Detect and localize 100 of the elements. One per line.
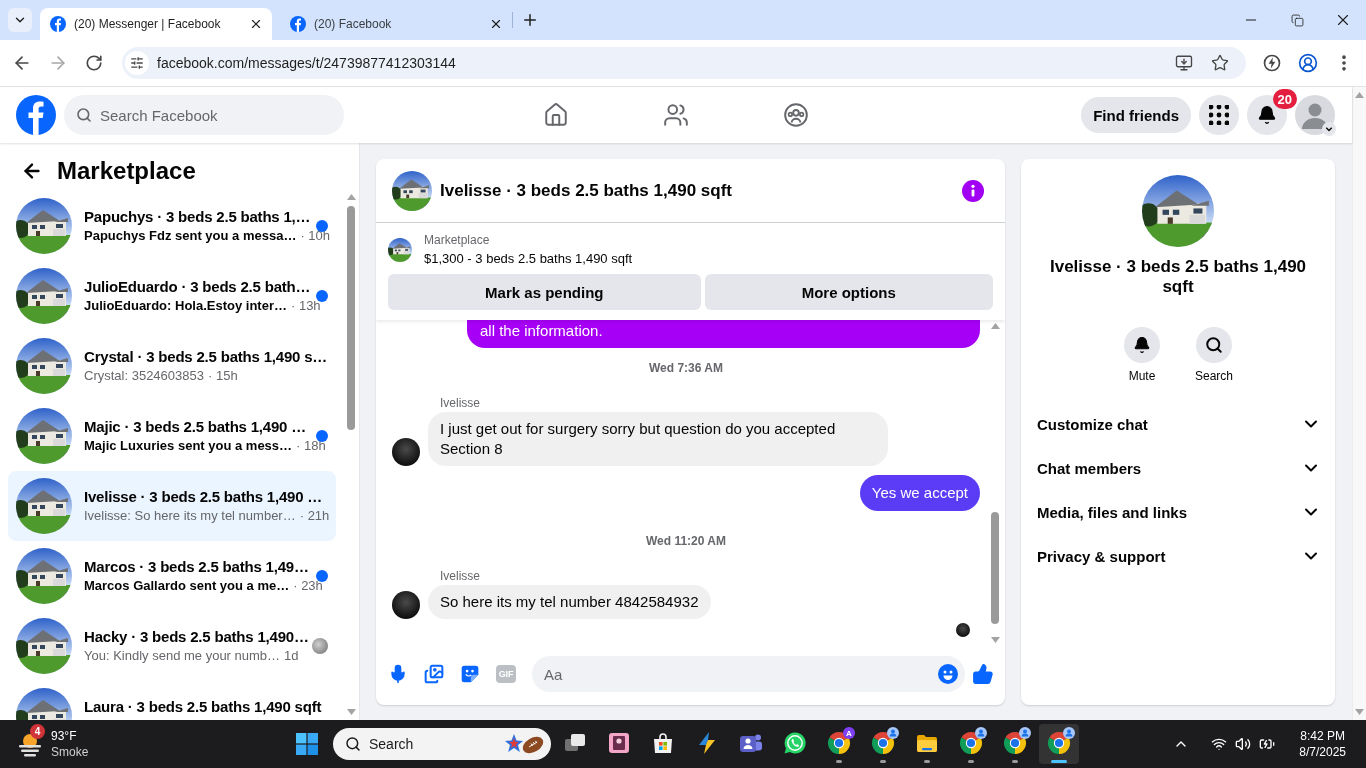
- message-preview: Majic Luxuries sent you a mess…: [84, 437, 293, 455]
- house-thumbnail: [16, 268, 72, 324]
- browser-wheel-icon: [959, 731, 983, 755]
- profile-icon[interactable]: [1298, 53, 1318, 73]
- profile-badge-icon: [887, 727, 899, 739]
- message-preview: JulioEduardo: Hola.Estoy inter…: [84, 297, 287, 315]
- mute-button[interactable]: [1124, 327, 1160, 363]
- weather-condition: Smoke: [51, 744, 89, 760]
- sender-name: Ivelisse: [440, 569, 480, 583]
- search-icon: [1205, 336, 1223, 354]
- shopping-bag-icon: [651, 731, 675, 755]
- info-icon[interactable]: [962, 179, 984, 202]
- message-preview: Crystal: 3524603853: [84, 367, 204, 385]
- smiley-icon[interactable]: [938, 664, 958, 684]
- browser-wheel-icon: [1047, 731, 1071, 755]
- wifi-icon[interactable]: [1211, 736, 1228, 752]
- clock-date: 8/7/2025: [1299, 744, 1346, 760]
- gallery-icon[interactable]: [424, 664, 444, 684]
- conversation-item[interactable]: Hacky · 3 beds 2.5 baths 1,490… You: Kindly send me your numb… 1d: [8, 611, 336, 681]
- conversation-title: Papuchys · 3 beds 2.5 baths 1,…: [84, 207, 311, 227]
- taskbar-app-button[interactable]: [1039, 724, 1079, 764]
- message-time: · 13h: [290, 297, 321, 315]
- sliders-icon: [130, 56, 144, 70]
- house-thumbnail: [16, 408, 72, 464]
- conversation-item[interactable]: Marcos · 3 beds 2.5 baths 1,49… Marcos Gallardo sent you a me… · 23h: [8, 541, 336, 611]
- favicon-icon: [290, 16, 306, 32]
- site-info-button[interactable]: [125, 51, 149, 75]
- taskbar-app-button[interactable]: A: [819, 724, 859, 764]
- apps-menu-button[interactable]: [1199, 95, 1239, 135]
- speaker-icon[interactable]: [1235, 736, 1252, 752]
- star-icon[interactable]: [1211, 54, 1229, 72]
- message-preview: Papuchys Fdz sent you a messa…: [84, 227, 297, 245]
- close-icon[interactable]: [249, 17, 263, 31]
- scrollbar-thumb[interactable]: [991, 512, 999, 624]
- scrollbar-thumb[interactable]: [347, 206, 355, 430]
- address-bar[interactable]: facebook.com/messages/t/24739877412303144: [122, 47, 1246, 79]
- accordion-item[interactable]: Chat members: [1021, 446, 1335, 490]
- message-time: · 15h: [208, 367, 238, 385]
- sticker-icon[interactable]: [460, 664, 480, 684]
- conversation-item[interactable]: Papuchys · 3 beds 2.5 baths 1,… Papuchys Fdz sent you a messa… · 10h: [8, 191, 336, 261]
- browser-tab[interactable]: (20) Messenger | Facebook: [40, 8, 272, 40]
- lightning-circle-icon[interactable]: [1262, 53, 1282, 73]
- browser-wheel-icon: [871, 731, 895, 755]
- conversation-item[interactable]: Ivelisse · 3 beds 2.5 baths 1,490 … Ivelisse: So here its my tel number… · 21h: [8, 471, 336, 541]
- profile-badge: A: [843, 727, 855, 739]
- tab-search-button[interactable]: [8, 8, 32, 32]
- message-time: · 23h: [293, 577, 323, 595]
- listing-action-button[interactable]: More options: [704, 274, 993, 310]
- close-icon[interactable]: [489, 17, 503, 31]
- taskbar-search-field[interactable]: Search: [333, 728, 551, 760]
- message-time: · 18h: [296, 437, 326, 455]
- find-friends-button[interactable]: Find friends: [1081, 97, 1191, 133]
- search-button[interactable]: [1196, 327, 1232, 363]
- profile-badge-icon: [1019, 727, 1031, 739]
- seen-avatar-icon: [956, 623, 970, 637]
- sidebar-title: Marketplace: [57, 155, 196, 186]
- battery-charging-icon[interactable]: [1259, 736, 1276, 752]
- conversation-item[interactable]: JulioEduardo · 3 beds 2.5 bath… JulioEduardo: Hola.Estoy inter… · 13h: [8, 261, 336, 331]
- window-panes-icon[interactable]: [296, 733, 318, 755]
- message-timestamp: Wed 11:20 AM: [646, 533, 726, 549]
- thumbs-up-icon[interactable]: [972, 663, 994, 685]
- profile-badge-icon: [975, 727, 987, 739]
- message-time: · 10h: [300, 227, 331, 245]
- people-icon[interactable]: [663, 102, 689, 128]
- house-thumbnail: [16, 338, 72, 394]
- search-icon: [76, 107, 92, 123]
- conversation-title: Ivelisse · 3 beds 2.5 baths 1,490 …: [84, 487, 323, 507]
- phone-bubble-icon: [783, 731, 807, 755]
- message-preview: You: Kindly send me your numb…: [84, 647, 281, 665]
- chevron-down-icon[interactable]: [1322, 122, 1336, 136]
- search-field[interactable]: Search Facebook: [64, 95, 344, 135]
- microphone-icon[interactable]: [388, 664, 408, 684]
- plus-icon[interactable]: [521, 11, 539, 29]
- profile-badge-icon: [1063, 727, 1075, 739]
- message-input[interactable]: Aa: [532, 656, 965, 692]
- accordion-item[interactable]: Customize chat: [1021, 402, 1335, 446]
- browser-wheel-icon: [1003, 731, 1027, 755]
- reload-icon[interactable]: [85, 54, 103, 72]
- accordion-item[interactable]: Media, files and links: [1021, 490, 1335, 534]
- people-circle-icon[interactable]: [783, 102, 809, 128]
- logo-icon[interactable]: [16, 95, 56, 135]
- notification-badge: 4: [30, 724, 45, 739]
- house-thumbnail: [16, 618, 72, 674]
- message-preview: Marcos Gallardo sent you a me…: [84, 577, 290, 595]
- conversation-item[interactable]: Crystal · 3 beds 2.5 baths 1,490 s… Crystal: 3524603853 · 15h: [8, 331, 336, 401]
- bell-icon: [1133, 336, 1151, 354]
- home-icon[interactable]: [543, 102, 569, 128]
- sender-name: Ivelisse: [440, 396, 480, 410]
- temperature-text: 93°F: [51, 728, 78, 744]
- accordion-item[interactable]: Privacy & support: [1021, 534, 1335, 578]
- listing-summary: $1,300 - 3 beds 2.5 baths 1,490 sqft: [424, 250, 633, 268]
- conversation-item[interactable]: Majic · 3 beds 2.5 baths 1,490 … Majic Luxuries sent you a mess… · 18h: [8, 401, 336, 471]
- listing-action-button[interactable]: Mark as pending: [388, 274, 701, 310]
- chat-title: Ivelisse · 3 beds 2.5 baths 1,490 sqft: [440, 180, 732, 201]
- conversation-title: Majic · 3 beds 2.5 baths 1,490 …: [84, 417, 307, 437]
- favicon-icon: [50, 16, 66, 32]
- restore-icon[interactable]: [1290, 13, 1304, 27]
- browser-tab[interactable]: (20) Facebook: [280, 8, 512, 40]
- house-thumbnail: [16, 198, 72, 254]
- install-icon[interactable]: [1175, 54, 1193, 72]
